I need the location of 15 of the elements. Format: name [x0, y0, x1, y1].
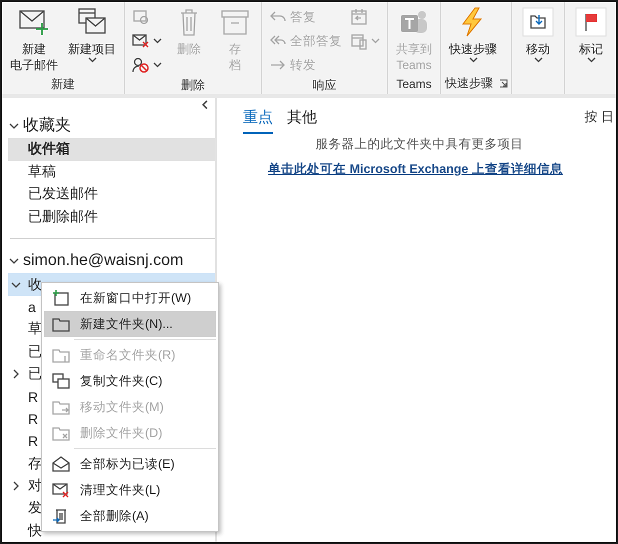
group-label: Teams: [395, 76, 433, 93]
group-label: 快速步骤: [445, 75, 493, 92]
group-label: 响应: [312, 77, 338, 94]
menu-item-label: 清理文件夹(L): [80, 482, 160, 498]
menu-item-label: 复制文件夹(C): [80, 372, 162, 390]
menu-item-label: 全部删除(A): [80, 508, 149, 524]
menu-item-label: 全部标为已读(E): [80, 456, 175, 472]
menu-item-label: 在新窗口中打开(W): [80, 290, 192, 306]
menu-item-label: 移动文件夹(M): [80, 398, 164, 416]
group-label: 删除: [180, 77, 206, 94]
menu-item-label: 重命名文件夹(R): [80, 346, 176, 364]
notice-text: 服务器上的此文件夹中具有更多项目: [314, 136, 524, 153]
group-label: 新建: [50, 76, 76, 93]
menu-item-label: 新建文件夹(N)...: [80, 316, 173, 332]
menu-item-label: 删除文件夹(D): [80, 424, 162, 442]
